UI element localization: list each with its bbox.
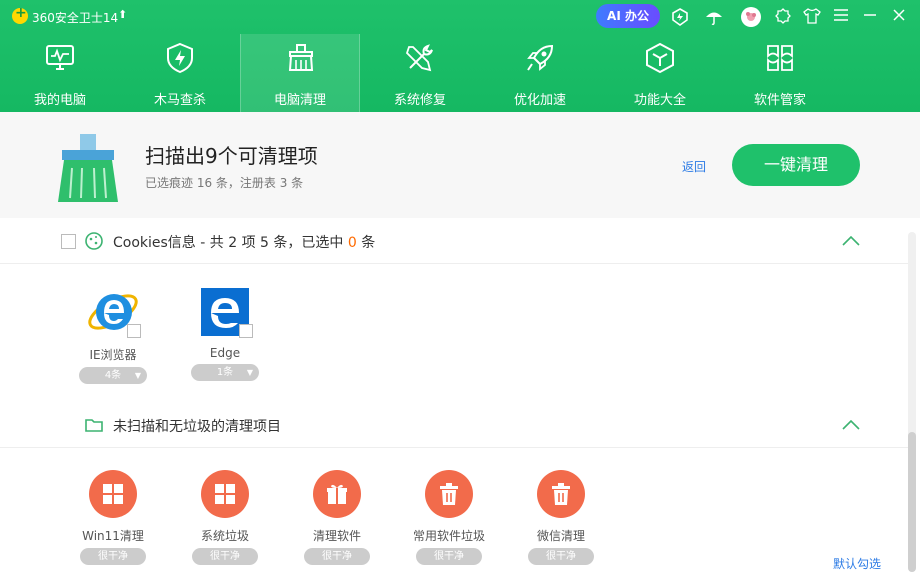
close-icon[interactable] (890, 8, 908, 26)
summary-subtitle: 已选痕迹 16 条，注册表 3 条 (145, 176, 304, 190)
unscanned-section-title: 未扫描和无垃圾的清理项目 (113, 419, 281, 435)
browser-count: 1条 (216, 367, 234, 378)
nav-label: 我的电脑 (33, 93, 86, 108)
gift-box-icon (313, 470, 361, 518)
cookies-section-header: Cookies信息 - 共 2 项 5 条，已选中 0 条 (0, 218, 908, 264)
nav-label: 木马查杀 (153, 93, 206, 108)
nav-label: 软件管家 (753, 93, 806, 108)
browser-item-edge[interactable]: Edge 1条 ▼ (177, 286, 273, 381)
broom-icon (288, 44, 314, 71)
umbrella-icon[interactable] (704, 8, 722, 26)
scan-summary: 扫描出9个可清理项 已选痕迹 16 条，注册表 3 条 返回 一键清理 (0, 112, 920, 218)
app-logo-icon (12, 5, 28, 24)
nav-item-software-manager[interactable]: 软件管家 (720, 34, 840, 112)
edge-checkbox[interactable] (239, 324, 253, 338)
default-select-link[interactable]: 默认勾选 (833, 555, 881, 572)
cube-icon (646, 42, 674, 74)
back-link[interactable]: 返回 (682, 158, 706, 175)
ie-checkbox[interactable] (127, 324, 141, 338)
unscanned-section-header: 未扫描和无垃圾的清理项目 (0, 402, 908, 448)
windows-icon (89, 470, 137, 518)
browser-name: IE浏览器 (89, 348, 137, 362)
edge-logo-icon (199, 286, 253, 338)
cookie-icon (85, 232, 103, 250)
scrollbar[interactable] (908, 232, 916, 572)
item-name: 系统垃圾 (200, 529, 249, 543)
cookies-section-title: Cookies信息 - 共 2 项 5 条，已选中 0 条 (113, 232, 375, 252)
cookies-title-prefix: Cookies信息 - 共 2 项 5 条，已选中 (113, 235, 348, 251)
nav-item-all-features[interactable]: 功能大全 (600, 34, 720, 112)
item-name: 常用软件垃圾 (412, 529, 485, 543)
one-click-clean-button[interactable]: 一键清理 (732, 144, 860, 186)
trash-icon (425, 470, 473, 518)
rocket-icon (527, 44, 554, 71)
item-status: 很干净 (80, 548, 146, 565)
windows-icon (201, 470, 249, 518)
clean-results: Cookies信息 - 共 2 项 5 条，已选中 0 条 IE浏览器 4条 ▼ … (0, 218, 908, 580)
item-name: 清理软件 (312, 529, 361, 543)
cookies-section-checkbox[interactable] (61, 234, 76, 249)
clean-item-common-software-junk[interactable]: 常用软件垃圾 很干净 (399, 470, 499, 565)
clean-item-clean-software[interactable]: 清理软件 很干净 (287, 470, 387, 565)
monitor-icon (46, 45, 74, 70)
titlebar: 360安全卫士14 ⬆ AI 办公 (0, 0, 920, 34)
nav-label: 系统修复 (393, 93, 446, 108)
nav-label: 优化加速 (513, 93, 566, 108)
nav-label: 功能大全 (633, 93, 686, 108)
browser-item-ie[interactable]: IE浏览器 4条 ▼ (65, 286, 161, 384)
nav-label: 电脑清理 (273, 93, 326, 108)
item-status: 很干净 (304, 548, 370, 565)
nav-item-optimize[interactable]: 优化加速 (480, 34, 600, 112)
browser-count: 4条 (104, 370, 122, 381)
nav-item-pc-clean[interactable]: 电脑清理 (240, 34, 360, 112)
app-title: 360安全卫士14 (32, 11, 119, 25)
main-nav: 我的电脑 木马查杀 电脑清理 系统修复 优化加速 功能大全 软件管家 (0, 34, 920, 112)
broom-illustration-icon (58, 134, 118, 202)
folder-icon (85, 419, 103, 432)
trash-icon (537, 470, 585, 518)
chevron-down-icon: ▼ (134, 371, 141, 380)
item-status: 很干净 (192, 548, 258, 565)
wrench-screwdriver-icon (405, 44, 433, 72)
scrollbar-thumb[interactable] (908, 432, 916, 572)
shield-badge-icon[interactable] (671, 8, 689, 26)
gear-icon[interactable] (774, 8, 792, 26)
browser-name: Edge (209, 346, 241, 360)
collapse-chevron-icon[interactable] (842, 420, 860, 430)
skin-shirt-icon[interactable] (803, 8, 821, 26)
browser-count-dropdown[interactable]: 4条 ▼ (79, 367, 147, 384)
collapse-chevron-icon[interactable] (842, 236, 860, 246)
cookies-selected-count: 0 (347, 235, 357, 251)
summary-title: 扫描出9个可清理项 (145, 144, 318, 168)
item-name: 微信清理 (536, 529, 585, 543)
software-grid-icon (767, 45, 793, 71)
shield-bolt-icon (167, 42, 193, 74)
header: 360安全卫士14 ⬆ AI 办公 我的电脑 (0, 0, 920, 112)
ai-office-button[interactable]: AI 办公 (596, 4, 660, 28)
menu-icon[interactable] (832, 8, 850, 26)
item-status: 很干净 (416, 548, 482, 565)
upgrade-arrow-icon[interactable]: ⬆ (118, 8, 127, 21)
clean-item-win11[interactable]: Win11清理 很干净 (63, 470, 163, 565)
minimize-icon[interactable] (861, 8, 879, 26)
nav-item-my-computer[interactable]: 我的电脑 (0, 34, 120, 112)
browser-count-dropdown[interactable]: 1条 ▼ (191, 364, 259, 381)
nav-item-system-repair[interactable]: 系统修复 (360, 34, 480, 112)
clean-item-system-junk[interactable]: 系统垃圾 很干净 (175, 470, 275, 565)
item-status: 很干净 (528, 548, 594, 565)
cookies-title-suffix: 条 (356, 235, 376, 251)
clean-item-wechat[interactable]: 微信清理 很干净 (511, 470, 611, 565)
ie-logo-icon (87, 286, 141, 338)
chevron-down-icon: ▼ (246, 368, 253, 377)
avatar[interactable] (741, 7, 761, 27)
item-name: Win11清理 (82, 529, 144, 543)
nav-item-trojan-scan[interactable]: 木马查杀 (120, 34, 240, 112)
